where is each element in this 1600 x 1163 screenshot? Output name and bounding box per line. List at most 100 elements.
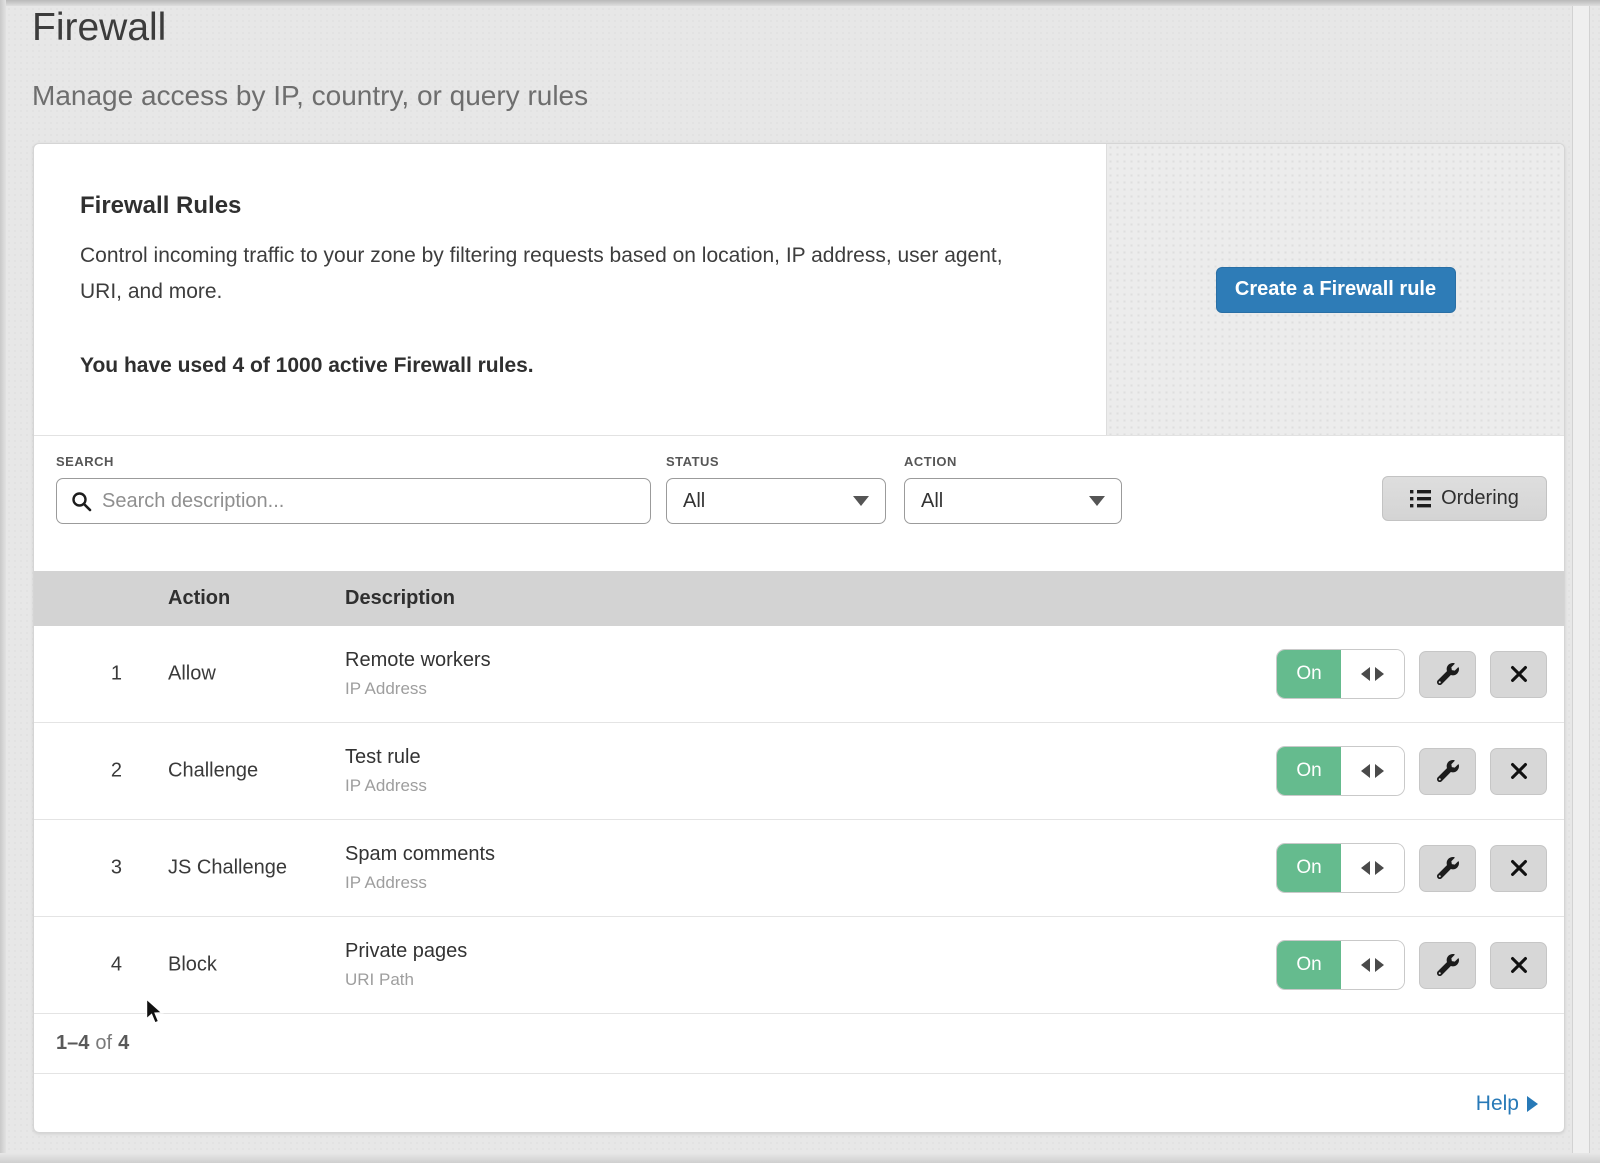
edit-rule-button[interactable] [1419, 651, 1476, 698]
rule-action: Block [168, 954, 217, 977]
rule-enabled-toggle[interactable]: On [1277, 747, 1404, 795]
toggle-off-segment[interactable] [1341, 844, 1404, 892]
window-edge-bottom [0, 1153, 1600, 1163]
delete-rule-button[interactable] [1490, 651, 1547, 698]
rule-description: Spam comments IP Address [345, 843, 495, 893]
table-row: 2 Challenge Test rule IP Address On [34, 723, 1564, 820]
ordering-button[interactable]: Ordering [1382, 476, 1547, 521]
firewall-rules-card: Firewall Rules Control incoming traffic … [33, 143, 1565, 1133]
rule-description-title: Spam comments [345, 843, 495, 866]
rule-match-field: IP Address [345, 776, 427, 796]
toggle-on-segment[interactable]: On [1277, 747, 1341, 795]
card-heading: Firewall Rules [80, 192, 1046, 220]
range-numbers: 1–4 [56, 1032, 89, 1055]
toggle-off-segment[interactable] [1341, 747, 1404, 795]
ordering-button-label: Ordering [1441, 487, 1519, 510]
wrench-icon [1437, 857, 1459, 879]
rule-action: JS Challenge [168, 857, 287, 880]
rule-priority: 1 [92, 663, 122, 686]
page-scrollbar[interactable] [1572, 0, 1590, 1163]
wrench-icon [1437, 954, 1459, 976]
x-icon [1508, 857, 1530, 879]
edit-rule-button[interactable] [1419, 845, 1476, 892]
edit-rule-button[interactable] [1419, 942, 1476, 989]
create-firewall-rule-button[interactable]: Create a Firewall rule [1216, 267, 1456, 313]
rule-controls: On [1277, 747, 1547, 795]
toggle-on-segment[interactable]: On [1277, 941, 1341, 989]
rule-enabled-toggle[interactable]: On [1277, 650, 1404, 698]
chevron-down-icon [1089, 496, 1105, 506]
chevron-down-icon [853, 496, 869, 506]
column-header-description: Description [345, 571, 455, 626]
search-icon [71, 491, 92, 512]
rule-enabled-toggle[interactable]: On [1277, 844, 1404, 892]
mouse-cursor [145, 998, 164, 1026]
help-link-label: Help [1476, 1092, 1519, 1116]
range-of: of [95, 1032, 112, 1055]
rule-description: Remote workers IP Address [345, 649, 491, 699]
rule-priority: 2 [92, 760, 122, 783]
search-input[interactable] [102, 490, 636, 513]
window-edge-top [0, 0, 1600, 6]
toggle-on-segment[interactable]: On [1277, 650, 1341, 698]
left-right-arrows-icon [1361, 764, 1370, 778]
search-label: SEARCH [56, 454, 114, 469]
rule-priority: 4 [92, 954, 122, 977]
toggle-off-segment[interactable] [1341, 650, 1404, 698]
page-subtitle: Manage access by IP, country, or query r… [32, 80, 588, 112]
rule-description: Private pages URI Path [345, 940, 467, 990]
wrench-icon [1437, 760, 1459, 782]
rule-controls: On [1277, 844, 1547, 892]
rule-match-field: URI Path [345, 970, 467, 990]
rules-usage-count: You have used 4 of 1000 active Firewall … [80, 354, 1046, 378]
action-selected-value: All [921, 490, 943, 513]
column-header-action: Action [168, 571, 230, 626]
table-row: 1 Allow Remote workers IP Address On [34, 626, 1564, 723]
rule-match-field: IP Address [345, 873, 495, 893]
edit-rule-button[interactable] [1419, 748, 1476, 795]
card-description: Control incoming traffic to your zone by… [80, 238, 1030, 310]
table-header: Action Description [34, 571, 1564, 626]
rule-match-field: IP Address [345, 679, 491, 699]
x-icon [1508, 663, 1530, 685]
left-right-arrows-icon [1375, 764, 1384, 778]
rule-controls: On [1277, 650, 1547, 698]
table-row: 3 JS Challenge Spam comments IP Address … [34, 820, 1564, 917]
rule-action: Challenge [168, 760, 258, 783]
window-edge-left [0, 0, 6, 1163]
rule-description-title: Test rule [345, 746, 427, 769]
ordered-list-icon [1410, 489, 1431, 508]
page-title: Firewall [32, 6, 166, 50]
delete-rule-button[interactable] [1490, 942, 1547, 989]
range-total: 4 [118, 1032, 129, 1055]
wrench-icon [1437, 663, 1459, 685]
x-icon [1508, 760, 1530, 782]
rule-action: Allow [168, 663, 216, 686]
left-right-arrows-icon [1375, 958, 1384, 972]
help-link[interactable]: Help [1476, 1092, 1538, 1116]
rule-priority: 3 [92, 857, 122, 880]
search-box[interactable] [56, 478, 651, 524]
toggle-off-segment[interactable] [1341, 941, 1404, 989]
x-icon [1508, 954, 1530, 976]
delete-rule-button[interactable] [1490, 845, 1547, 892]
left-right-arrows-icon [1361, 958, 1370, 972]
action-select[interactable]: All [904, 478, 1122, 524]
status-select[interactable]: All [666, 478, 886, 524]
arrow-right-icon [1527, 1096, 1538, 1112]
status-label: STATUS [666, 454, 719, 469]
delete-rule-button[interactable] [1490, 748, 1547, 795]
firewall-rules-intro-text: Firewall Rules Control incoming traffic … [34, 144, 1106, 435]
left-right-arrows-icon [1361, 667, 1370, 681]
create-rule-panel: Create a Firewall rule [1106, 144, 1564, 435]
pagination-range: 1–4 of 4 [34, 1014, 1564, 1074]
toggle-on-segment[interactable]: On [1277, 844, 1341, 892]
table-row: 4 Block Private pages URI Path On [34, 917, 1564, 1014]
rule-description-title: Remote workers [345, 649, 491, 672]
status-selected-value: All [683, 490, 705, 513]
left-right-arrows-icon [1361, 861, 1370, 875]
rule-controls: On [1277, 941, 1547, 989]
rule-enabled-toggle[interactable]: On [1277, 941, 1404, 989]
filters-bar: SEARCH STATUS All ACTION All [34, 436, 1564, 571]
action-label: ACTION [904, 454, 957, 469]
